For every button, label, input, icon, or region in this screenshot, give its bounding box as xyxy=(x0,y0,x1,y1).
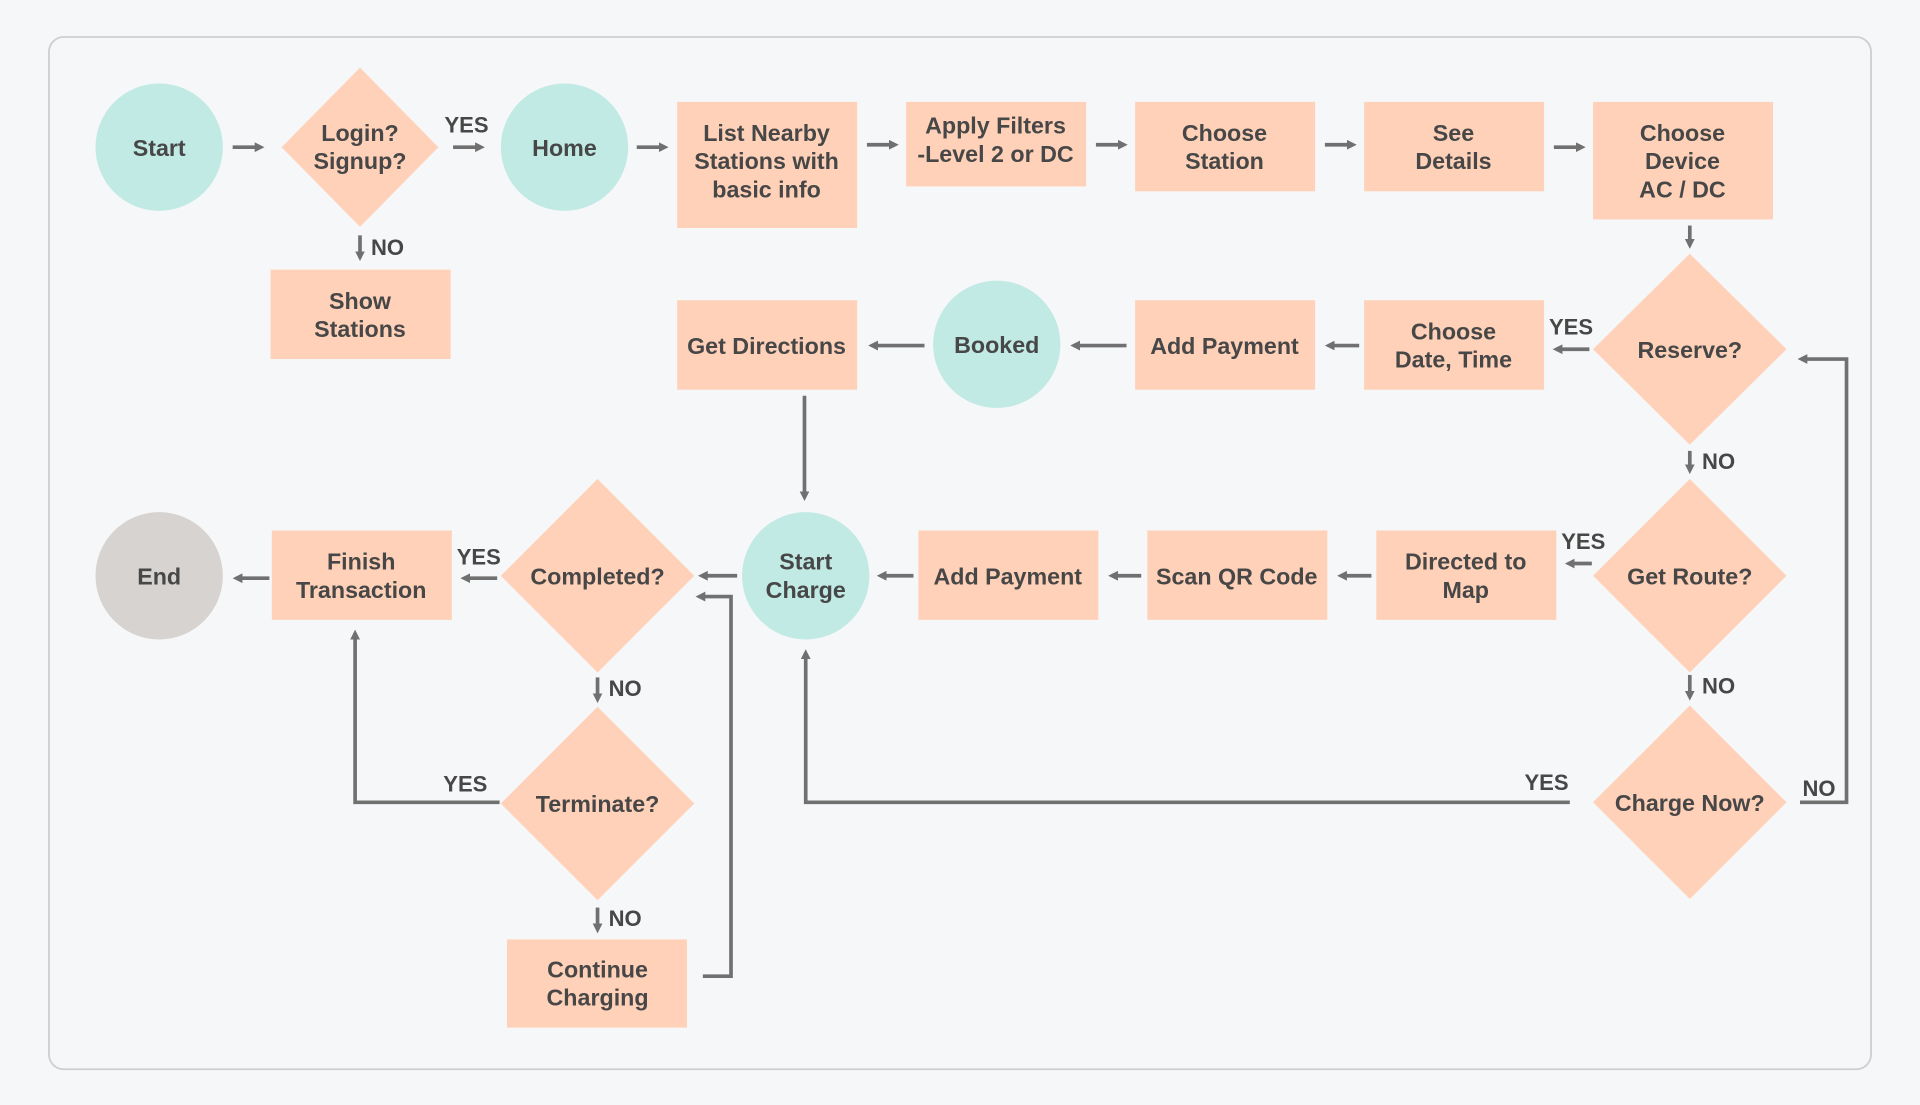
label-completed-yes: YES xyxy=(457,545,501,570)
svg-text:Home: Home xyxy=(532,135,597,161)
node-booked: Booked xyxy=(933,280,1061,409)
node-add-payment-reserve: Add Payment xyxy=(1135,300,1316,390)
node-end: End xyxy=(95,512,223,640)
svg-text:Get Directions: Get Directions xyxy=(687,333,846,359)
node-choose-station: Choose Station xyxy=(1135,101,1316,192)
label-reserve-yes: YES xyxy=(1549,315,1593,340)
svg-text:End: End xyxy=(137,563,181,589)
svg-text:Add Payment: Add Payment xyxy=(1150,333,1299,359)
label-charge-no: NO xyxy=(1802,776,1835,801)
svg-text:Charge Now?: Charge Now? xyxy=(1615,790,1765,816)
node-add-payment-charge: Add Payment xyxy=(918,530,1099,620)
node-apply-filters: Apply Filters -Level 2 or DC xyxy=(906,101,1087,187)
node-get-directions: Get Directions xyxy=(677,300,858,390)
node-directed-map: Directed to Map xyxy=(1376,530,1557,620)
svg-text:List NearbyStations withbasic: List Nearby Stations with basic info xyxy=(694,120,839,202)
label-reserve-no: NO xyxy=(1702,449,1735,474)
node-home: Home xyxy=(500,83,629,211)
svg-text:Get Route?: Get Route? xyxy=(1627,563,1752,589)
label-login-yes: YES xyxy=(444,113,488,138)
svg-text:Completed?: Completed? xyxy=(530,563,664,589)
node-choose-device: Choose Device AC / DC xyxy=(1593,101,1774,220)
svg-text:Scan QR Code: Scan QR Code xyxy=(1156,563,1318,589)
node-continue-charging: Continue Charging xyxy=(506,939,687,1028)
label-completed-no: NO xyxy=(609,676,642,701)
svg-text:Add Payment: Add Payment xyxy=(933,563,1082,589)
label-terminate-no: NO xyxy=(609,906,642,931)
node-choose-date: Choose Date, Time xyxy=(1364,300,1545,390)
node-finish-transaction: Finish Transaction xyxy=(271,530,452,620)
svg-text:Reserve?: Reserve? xyxy=(1637,337,1742,363)
svg-text:ChooseDeviceAC / DC: Choose Device AC / DC xyxy=(1639,120,1726,202)
node-start-charge: Start Charge xyxy=(742,512,870,640)
node-scan-qr: Scan QR Code xyxy=(1147,530,1328,620)
node-start: Start xyxy=(95,83,223,211)
label-login-no: NO xyxy=(371,235,404,260)
label-charge-yes: YES xyxy=(1524,770,1568,795)
label-route-no: NO xyxy=(1702,673,1735,698)
node-see-details: See Details xyxy=(1364,101,1545,192)
node-list-nearby: List Nearby Stations with basic info xyxy=(677,101,858,229)
svg-text:Terminate?: Terminate? xyxy=(536,791,660,817)
node-show-stations: Show Stations xyxy=(270,269,451,360)
flowchart: YES NO YES NO YES NO YES NO YES NO YES N… xyxy=(48,36,1872,1071)
svg-text:Booked: Booked xyxy=(954,332,1039,358)
label-terminate-yes: YES xyxy=(443,771,487,796)
svg-text:Start: Start xyxy=(133,135,186,161)
label-route-yes: YES xyxy=(1561,529,1605,554)
